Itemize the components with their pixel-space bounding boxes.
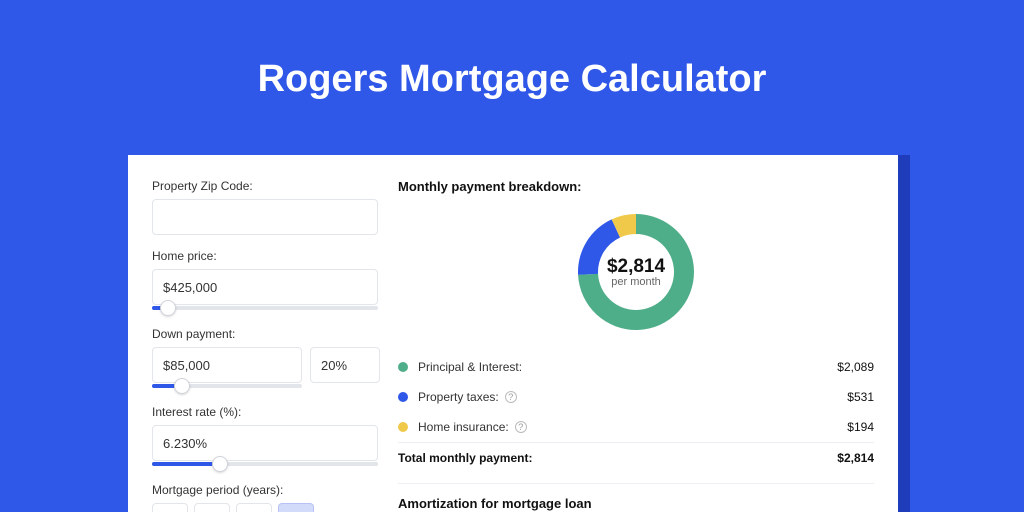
- home-price-label: Home price:: [152, 249, 378, 263]
- legend-total-label: Total monthly payment:: [398, 451, 837, 465]
- legend-row: Principal & Interest:$2,089: [398, 352, 874, 382]
- legend-dot: [398, 422, 408, 432]
- zip-input[interactable]: [152, 199, 378, 235]
- interest-slider[interactable]: [152, 459, 378, 469]
- legend-dot: [398, 362, 408, 372]
- legend-label: Home insurance:?: [418, 420, 847, 434]
- legend-row: Property taxes:?$531: [398, 382, 874, 412]
- legend-total-row: Total monthly payment:$2,814: [398, 442, 874, 473]
- legend-total-amount: $2,814: [837, 451, 874, 465]
- down-payment-input[interactable]: [152, 347, 302, 383]
- home-price-field: Home price:: [152, 249, 378, 313]
- calculator-card: Property Zip Code: Home price: Down paym…: [128, 155, 898, 512]
- legend-label: Principal & Interest:: [418, 360, 837, 374]
- page-title: Rogers Mortgage Calculator: [0, 0, 1024, 101]
- donut-chart: $2,814 per month: [398, 204, 874, 342]
- legend-label: Property taxes:?: [418, 390, 847, 404]
- down-payment-pct-input[interactable]: [310, 347, 380, 383]
- period-label: Mortgage period (years):: [152, 483, 378, 497]
- period-option-15[interactable]: 15: [194, 503, 230, 512]
- down-payment-slider-handle[interactable]: [174, 378, 190, 394]
- period-option-10[interactable]: 10: [152, 503, 188, 512]
- breakdown-title: Monthly payment breakdown:: [398, 179, 874, 194]
- interest-label: Interest rate (%):: [152, 405, 378, 419]
- info-icon[interactable]: ?: [515, 421, 527, 433]
- legend-dot: [398, 392, 408, 402]
- donut-center-sub: per month: [611, 276, 661, 288]
- period-option-30[interactable]: 30: [278, 503, 314, 512]
- legend: Principal & Interest:$2,089Property taxe…: [398, 352, 874, 473]
- period-field: Mortgage period (years): 10 15 20 30: [152, 483, 378, 512]
- zip-field: Property Zip Code:: [152, 179, 378, 235]
- form-panel: Property Zip Code: Home price: Down paym…: [152, 179, 398, 512]
- home-price-input[interactable]: [152, 269, 378, 305]
- period-option-20[interactable]: 20: [236, 503, 272, 512]
- down-payment-field: Down payment:: [152, 327, 378, 391]
- interest-slider-handle[interactable]: [212, 456, 228, 472]
- period-segmented: 10 15 20 30: [152, 503, 378, 512]
- app-stage: Rogers Mortgage Calculator Property Zip …: [0, 0, 1024, 512]
- breakdown-panel: Monthly payment breakdown: $2,814 per mo…: [398, 179, 874, 512]
- amortization-title: Amortization for mortgage loan: [398, 496, 874, 511]
- down-payment-slider[interactable]: [152, 381, 302, 391]
- info-icon[interactable]: ?: [505, 391, 517, 403]
- home-price-slider[interactable]: [152, 303, 378, 313]
- legend-amount: $194: [847, 420, 874, 434]
- zip-label: Property Zip Code:: [152, 179, 378, 193]
- legend-amount: $2,089: [837, 360, 874, 374]
- interest-field: Interest rate (%):: [152, 405, 378, 469]
- interest-input[interactable]: [152, 425, 378, 461]
- home-price-slider-handle[interactable]: [160, 300, 176, 316]
- amortization-block: Amortization for mortgage loan Amortizat…: [398, 483, 874, 512]
- down-payment-label: Down payment:: [152, 327, 378, 341]
- donut-center-amount: $2,814: [607, 256, 665, 278]
- legend-amount: $531: [847, 390, 874, 404]
- legend-row: Home insurance:?$194: [398, 412, 874, 442]
